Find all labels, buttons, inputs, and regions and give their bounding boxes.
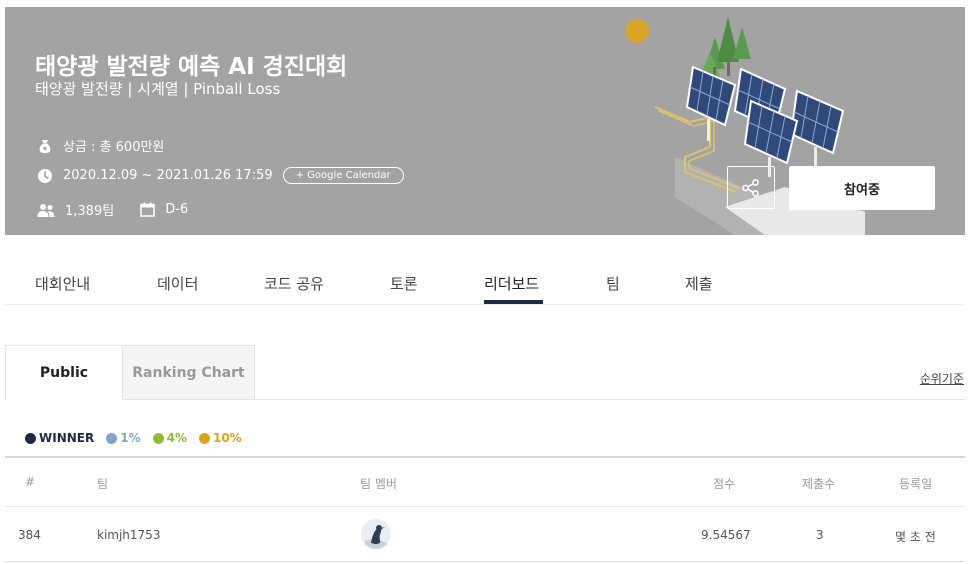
tab-code-share[interactable]: 코드 공유 xyxy=(264,273,324,294)
winner-dot-icon xyxy=(25,432,36,444)
header-rank: # xyxy=(25,475,36,489)
competition-tags: 태양광 발전량 | 시계열 | Pinball Loss xyxy=(35,80,281,98)
rank-legend: WINNER 1% 4% 10% xyxy=(25,431,254,445)
avatar[interactable] xyxy=(361,519,391,549)
row-date: 몇 초 전 xyxy=(895,530,936,544)
people-icon xyxy=(37,203,55,217)
row-submissions: 3 xyxy=(816,528,824,542)
subtab-divider xyxy=(255,399,965,400)
share-icon xyxy=(742,178,759,197)
active-tab-indicator xyxy=(484,300,543,304)
tab-team[interactable]: 팀 xyxy=(606,273,620,294)
legend-winner-label: WINNER xyxy=(39,431,95,445)
table-top-border xyxy=(5,456,965,458)
header-submissions: 제출수 xyxy=(802,477,836,491)
dday-text: D-6 xyxy=(165,202,189,217)
clock-icon xyxy=(38,168,52,183)
header-members: 팀 멤버 xyxy=(360,477,397,491)
join-status-button[interactable]: 참여중 xyxy=(789,166,935,210)
legend-top10-label: 10% xyxy=(212,431,242,445)
row-score: 9.54567 xyxy=(701,528,751,542)
google-calendar-button[interactable]: + Google Calendar xyxy=(282,167,404,184)
team-row: 1,389팀 D-6 xyxy=(37,200,188,219)
top1-dot-icon xyxy=(106,432,118,444)
calendar-icon xyxy=(140,202,155,217)
header-score: 점수 xyxy=(713,477,736,491)
top4-dot-icon xyxy=(152,432,164,444)
legend-top4: 4% xyxy=(152,431,187,445)
team-count: 1,389팀 xyxy=(65,204,115,219)
tab-ranking-chart[interactable]: Ranking Chart xyxy=(123,345,255,400)
header-divider xyxy=(5,506,965,507)
legend-top1-label: 1% xyxy=(120,431,141,445)
competition-banner: 태양광 발전량 예측 AI 경진대회 태양광 발전량 | 시계열 | Pinba… xyxy=(5,7,965,235)
period-text: 2020.12.09 ~ 2021.01.26 17:59 xyxy=(63,168,273,183)
row-rank: 384 xyxy=(18,528,41,542)
competition-tabs: 대회안내 데이터 코드 공유 토론 리더보드 팀 제출 xyxy=(5,259,965,305)
share-button[interactable] xyxy=(727,166,775,209)
header-team: 팀 xyxy=(97,477,109,491)
legend-top10: 10% xyxy=(198,431,242,445)
tab-discussion[interactable]: 토론 xyxy=(390,273,418,294)
ranking-criteria-link[interactable]: 순위기준 xyxy=(920,370,964,387)
competition-title: 태양광 발전량 예측 AI 경진대회 xyxy=(35,54,348,80)
tab-submit[interactable]: 제출 xyxy=(685,273,713,294)
tab-data[interactable]: 데이터 xyxy=(157,273,198,294)
row-team[interactable]: kimjh1753 xyxy=(97,528,160,542)
member-avatar-image xyxy=(361,519,391,549)
table-bottom-border xyxy=(5,561,965,562)
prize-text: 상금 : 총 600만원 xyxy=(63,140,165,155)
legend-top1: 1% xyxy=(106,431,141,445)
prize-row: 상금 : 총 600만원 xyxy=(37,136,164,155)
legend-top4-label: 4% xyxy=(166,431,187,445)
tab-info[interactable]: 대회안내 xyxy=(35,273,90,294)
period-row: 2020.12.09 ~ 2021.01.26 17:59 + Google C… xyxy=(37,167,404,184)
legend-winner: WINNER xyxy=(25,431,94,445)
top10-dot-icon xyxy=(198,432,210,444)
tab-leaderboard[interactable]: 리더보드 xyxy=(484,273,539,294)
header-date: 등록일 xyxy=(899,477,933,491)
money-bag-icon xyxy=(39,139,51,153)
tab-public[interactable]: Public xyxy=(5,345,123,400)
